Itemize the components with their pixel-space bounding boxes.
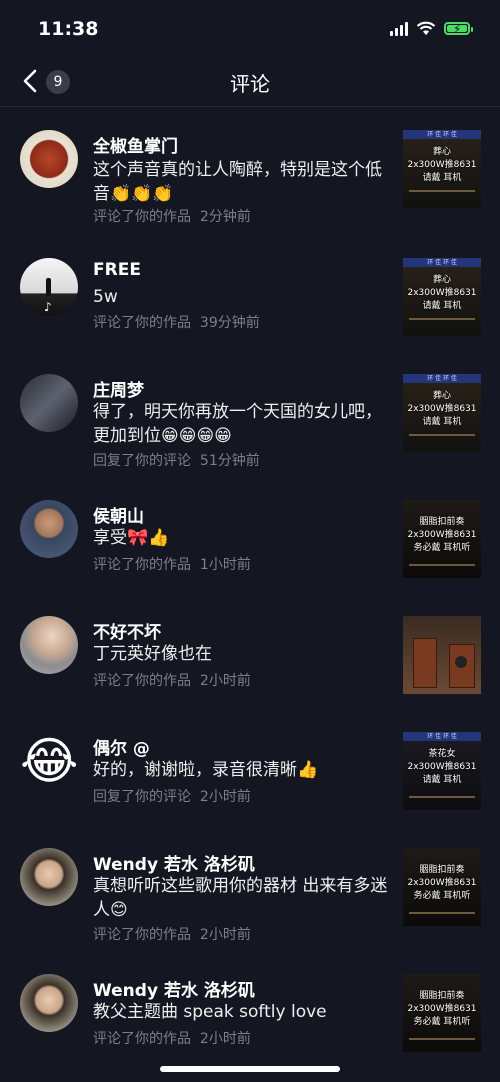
video-thumbnail[interactable]: 胭脂扣前奏 2x300W推8631 务必戴 耳机听 <box>403 500 481 578</box>
comment-meta: 评论了你的作品 1小时前 <box>93 554 251 574</box>
comment-time: 2小时前 <box>199 1031 251 1047</box>
avatar[interactable]: 😂 <box>20 732 78 790</box>
wifi-icon <box>416 21 436 35</box>
comment-text: 这个声音真的让人陶醉，特别是这个低音👏👏👏 <box>93 160 382 204</box>
comment-text: 得了，明天你再放一个天国的女儿吧，更加到位😁😁😁😁 <box>93 402 382 446</box>
thumb-caption: 胭脂扣前奏 2x300W推8631 务必戴 耳机听 <box>407 865 477 901</box>
home-indicator[interactable] <box>160 1066 340 1072</box>
comment-text: 5w <box>93 287 118 307</box>
comment-time: 51分钟前 <box>199 453 260 469</box>
avatar[interactable] <box>20 500 78 558</box>
comment-action: 评论了你的作品 <box>93 209 191 225</box>
comment-meta: 评论了你的作品 2小时前 <box>93 1028 251 1048</box>
comment-time: 39分钟前 <box>199 315 260 331</box>
comment-item[interactable]: 😂 偶尔 @ 好的，谢谢啦，录音很清晰👍 回复了你的评论 2小时前 环 佳 环 … <box>0 730 500 810</box>
video-thumbnail[interactable]: 环 佳 环 佳 葬心 2x300W推8631 请戴 耳机 <box>403 130 481 208</box>
comment-author[interactable]: 不好不坏 <box>93 618 161 643</box>
video-thumbnail[interactable]: 环 佳 环 佳 葬心 2x300W推8631 请戴 耳机 <box>403 258 481 336</box>
comment-meta: 评论了你的作品 2分钟前 <box>93 206 251 226</box>
avatar[interactable] <box>20 974 78 1032</box>
thumb-banner: 环 佳 环 佳 <box>403 732 481 741</box>
nav-bar: 9 评论 <box>0 58 500 107</box>
comment-text: 教父主题曲 speak softly love <box>93 1002 327 1022</box>
avatar[interactable] <box>20 848 78 906</box>
thumb-caption: 葬心 2x300W推8631 请戴 耳机 <box>407 391 477 427</box>
comment-meta: 评论了你的作品 39分钟前 <box>93 312 260 332</box>
status-time: 11:38 <box>38 18 99 40</box>
video-thumbnail[interactable]: 环 佳 环 佳 茶花女 2x300W推8631 请戴 耳机 <box>403 732 481 810</box>
comment-action: 评论了你的作品 <box>93 315 191 331</box>
comment-text: 享受🎀👍 <box>93 528 170 548</box>
battery-icon: ⚡ <box>444 21 473 36</box>
comment-meta: 回复了你的评论 2小时前 <box>93 786 251 806</box>
comment-time: 1小时前 <box>199 557 251 573</box>
avatar[interactable] <box>20 130 78 188</box>
video-thumbnail[interactable]: 胭脂扣前奏 2x300W推8631 务必戴 耳机听 <box>403 974 481 1052</box>
thumb-caption: 胭脂扣前奏 2x300W推8631 务必戴 耳机听 <box>407 517 477 553</box>
status-bar: 11:38 ⚡ <box>0 0 500 58</box>
comment-author[interactable]: FREE <box>93 260 141 280</box>
comment-item[interactable]: 侯朝山 享受🎀👍 评论了你的作品 1小时前 胭脂扣前奏 2x300W推8631 务必… <box>0 498 500 578</box>
signal-icon <box>390 20 408 36</box>
status-icons: ⚡ <box>390 20 473 36</box>
avatar[interactable] <box>20 616 78 674</box>
comment-item[interactable]: Wendy 若水 洛杉矶 教父主题曲 speak softly love 评论了… <box>0 972 500 1062</box>
comment-action: 评论了你的作品 <box>93 1031 191 1047</box>
video-thumbnail[interactable]: 环 佳 环 佳 葬心 2x300W推8631 请戴 耳机 <box>403 374 481 452</box>
thumb-caption: 茶花女 2x300W推8631 请戴 耳机 <box>407 749 477 785</box>
comment-action: 评论了你的作品 <box>93 673 191 689</box>
tiktok-logo-icon: ♪ <box>44 300 52 314</box>
comment-time: 2小时前 <box>199 673 251 689</box>
comment-text: 真想听听这些歌用你的器材 出来有多迷人😊 <box>93 876 388 920</box>
avatar[interactable]: ♪ <box>20 258 78 316</box>
thumb-caption: 葬心 2x300W推8631 请戴 耳机 <box>407 147 477 183</box>
comment-author[interactable]: 侯朝山 <box>93 502 144 527</box>
comment-action: 回复了你的评论 <box>93 453 191 469</box>
comment-item[interactable]: 庄周梦 得了，明天你再放一个天国的女儿吧，更加到位😁😁😁😁 回复了你的评论 51… <box>0 372 500 472</box>
laughing-emoji-icon: 😂 <box>20 732 78 790</box>
comment-action: 评论了你的作品 <box>93 927 191 943</box>
comment-author[interactable]: 全椒鱼掌门 <box>93 132 178 157</box>
comment-text: 好的，谢谢啦，录音很清晰👍 <box>93 760 319 780</box>
comment-item[interactable]: ♪ FREE 5w 评论了你的作品 39分钟前 环 佳 环 佳 葬心 2x300W… <box>0 256 500 336</box>
thumb-banner: 环 佳 环 佳 <box>403 130 481 139</box>
comment-time: 2小时前 <box>199 789 251 805</box>
comment-action: 评论了你的作品 <box>93 557 191 573</box>
avatar[interactable] <box>20 374 78 432</box>
comment-author[interactable]: 庄周梦 <box>93 376 144 401</box>
comment-author[interactable]: 偶尔 @ <box>93 734 150 759</box>
comment-item[interactable]: Wendy 若水 洛杉矶 真想听听这些歌用你的器材 出来有多迷人😊 评论了你的作… <box>0 846 500 946</box>
comment-meta: 回复了你的评论 51分钟前 <box>93 450 260 470</box>
thumb-banner: 环 佳 环 佳 <box>403 258 481 267</box>
thumb-banner: 环 佳 环 佳 <box>403 374 481 383</box>
comment-time: 2分钟前 <box>199 209 251 225</box>
thumb-caption: 葬心 2x300W推8631 请戴 耳机 <box>407 275 477 311</box>
comment-time: 2小时前 <box>199 927 251 943</box>
comment-item[interactable]: 不好不坏 丁元英好像也在 评论了你的作品 2小时前 <box>0 614 500 694</box>
thumb-caption: 胭脂扣前奏 2x300W推8631 务必戴 耳机听 <box>407 991 477 1027</box>
video-thumbnail[interactable]: 胭脂扣前奏 2x300W推8631 务必戴 耳机听 <box>403 848 481 926</box>
comment-author[interactable]: Wendy 若水 洛杉矶 <box>93 976 255 1001</box>
video-thumbnail[interactable] <box>403 616 481 694</box>
comment-action: 回复了你的评论 <box>93 789 191 805</box>
comment-item[interactable]: 全椒鱼掌门 这个声音真的让人陶醉，特别是这个低音👏👏👏 评论了你的作品 2分钟前… <box>0 126 500 226</box>
comment-meta: 评论了你的作品 2小时前 <box>93 924 251 944</box>
comment-author[interactable]: Wendy 若水 洛杉矶 <box>93 850 255 875</box>
comment-meta: 评论了你的作品 2小时前 <box>93 670 251 690</box>
comment-text: 丁元英好像也在 <box>93 644 212 664</box>
page-title: 评论 <box>230 72 270 96</box>
